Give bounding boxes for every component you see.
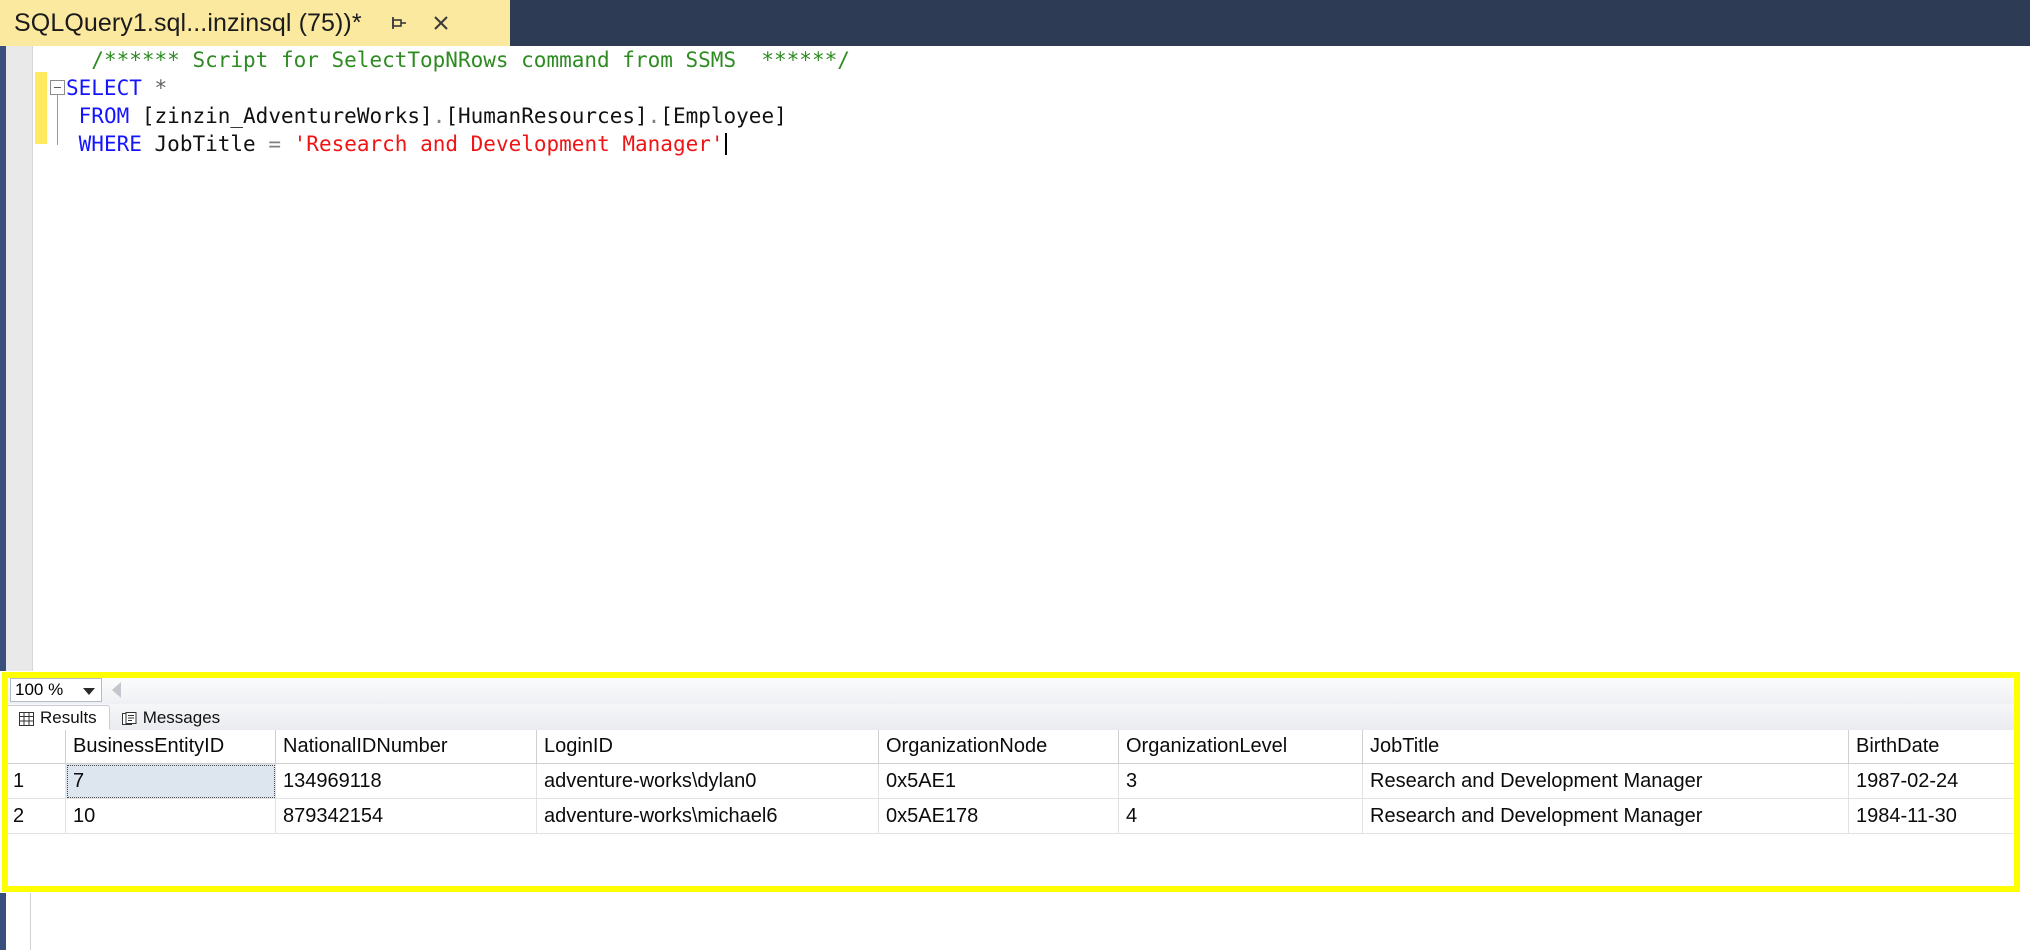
code-token: JobTitle xyxy=(154,132,256,156)
results-tab-bar: Results Messages xyxy=(6,704,2018,731)
results-table: BusinessEntityID NationalIDNumber LoginID O… xyxy=(6,730,2018,834)
code-token: * xyxy=(154,76,168,100)
pin-icon[interactable] xyxy=(388,13,408,33)
row-number-cell[interactable]: 1 xyxy=(6,763,66,799)
table-cell[interactable]: 7 xyxy=(65,763,276,799)
table-cell[interactable]: 3 xyxy=(1118,763,1363,799)
editor-right-edge xyxy=(2022,46,2030,671)
zoom-level-value: 100 % xyxy=(15,680,64,699)
code-line: /****** Script for SelectTopNRows comman… xyxy=(66,46,850,74)
table-cell[interactable]: 0x5AE1 xyxy=(878,763,1119,799)
row-number-cell[interactable]: 2 xyxy=(6,798,66,834)
chevron-down-icon[interactable] xyxy=(83,688,95,695)
code-token: [zinzin_AdventureWorks] xyxy=(141,104,433,128)
table-cell[interactable]: Research and Development Manager xyxy=(1362,798,1849,834)
code-token: 'Research and Development Manager' xyxy=(293,132,724,156)
code-token: [HumanResources] xyxy=(445,104,648,128)
editor-indicator-margin xyxy=(6,46,33,671)
sql-code-text[interactable]: /****** Script for SelectTopNRows comman… xyxy=(66,46,850,158)
code-token: SELECT xyxy=(66,76,142,100)
table-cell[interactable]: 879342154 xyxy=(275,798,537,834)
results-toolbar: 100 % xyxy=(6,676,2018,704)
table-cell[interactable]: 1984-11-30 xyxy=(1848,798,2018,834)
code-line: SELECT * xyxy=(66,74,850,102)
code-token: . xyxy=(647,104,661,128)
editor-unsaved-change-bar xyxy=(35,72,47,144)
table-cell[interactable]: 4 xyxy=(1118,798,1363,834)
column-header[interactable]: NationalIDNumber xyxy=(275,730,537,764)
tab-results[interactable]: Results xyxy=(6,705,110,730)
text-caret xyxy=(724,133,727,155)
code-token: /****** Script for SelectTopNRows comman… xyxy=(91,48,850,72)
document-tab-sqlquery1[interactable]: SQLQuery1.sql...inzinsql (75))* xyxy=(0,0,510,46)
table-body: 1 7 134969118 adventure-works\dylan0 0x5AE1 3… xyxy=(6,763,2018,834)
table-row[interactable]: 1 7 134969118 adventure-works\dylan0 0x5AE1 3… xyxy=(6,763,2018,799)
table-cell[interactable]: 134969118 xyxy=(275,763,537,799)
results-grid[interactable]: BusinessEntityID NationalIDNumber LoginID O… xyxy=(6,730,2018,888)
code-token: WHERE xyxy=(78,132,142,156)
table-cell[interactable]: Research and Development Manager xyxy=(1362,763,1849,799)
bottom-pane-divider xyxy=(30,893,31,950)
table-header-row: BusinessEntityID NationalIDNumber LoginID O… xyxy=(6,730,2018,764)
document-tab-strip: SQLQuery1.sql...inzinsql (75))* xyxy=(0,0,2030,46)
column-header[interactable]: BusinessEntityID xyxy=(65,730,276,764)
zoom-level-dropdown[interactable]: 100 % xyxy=(10,678,102,702)
close-icon[interactable] xyxy=(430,12,452,34)
code-token: = xyxy=(268,132,281,156)
sql-editor-pane[interactable]: /****** Script for SelectTopNRows comman… xyxy=(0,46,2030,671)
table-cell[interactable]: adventure-works\michael6 xyxy=(536,798,879,834)
messages-icon xyxy=(121,711,137,725)
tab-messages-label: Messages xyxy=(142,707,221,727)
column-header[interactable]: JobTitle xyxy=(1362,730,1849,764)
document-tab-title: SQLQuery1.sql...inzinsql (75))* xyxy=(14,8,362,37)
results-area: 100 % Results Messages BusinessEntityID … xyxy=(0,671,2030,893)
results-panel: 100 % Results Messages BusinessEntityID … xyxy=(6,676,2018,888)
collapse-left-icon[interactable] xyxy=(112,682,121,698)
collapse-outline-toggle-icon[interactable] xyxy=(50,80,65,95)
table-cell[interactable]: 1987-02-24 xyxy=(1848,763,2018,799)
ssms-window: SQLQuery1.sql...inzinsql (75))* /****** … xyxy=(0,0,2030,950)
bottom-pane xyxy=(0,893,2030,950)
tab-messages[interactable]: Messages xyxy=(110,705,232,730)
code-line: WHERE JobTitle = 'Research and Developme… xyxy=(66,130,850,158)
table-row[interactable]: 2 10 879342154 adventure-works\michael6 0x5A… xyxy=(6,798,2018,834)
table-cell[interactable]: adventure-works\dylan0 xyxy=(536,763,879,799)
outline-structure-line xyxy=(57,95,58,145)
tab-results-label: Results xyxy=(40,707,97,727)
column-header[interactable]: OrganizationNode xyxy=(878,730,1119,764)
column-header[interactable]: OrganizationLevel xyxy=(1118,730,1363,764)
code-token: . xyxy=(432,104,446,128)
row-number-header[interactable] xyxy=(6,730,66,764)
code-line: FROM [zinzin_AdventureWorks].[HumanResou… xyxy=(66,102,850,130)
table-cell[interactable]: 10 xyxy=(65,798,276,834)
column-header[interactable]: BirthDate xyxy=(1848,730,2018,764)
table-cell[interactable]: 0x5AE178 xyxy=(878,798,1119,834)
grid-icon xyxy=(19,711,34,726)
column-header[interactable]: LoginID xyxy=(536,730,879,764)
code-token: FROM xyxy=(78,104,130,128)
code-token: [Employee] xyxy=(660,104,787,128)
